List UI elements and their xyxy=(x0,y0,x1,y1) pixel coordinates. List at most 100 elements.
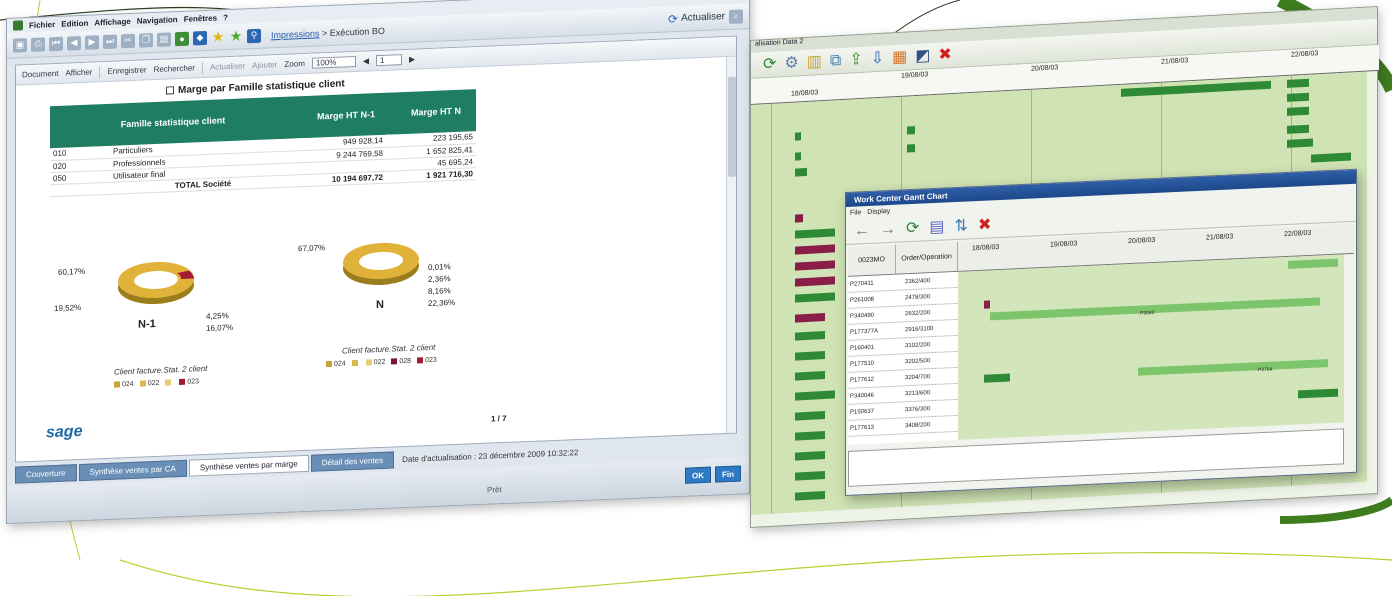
donut-n1-legend: 024 022 023 xyxy=(114,378,199,388)
col-gap xyxy=(296,95,306,139)
menu-fichier[interactable]: Fichier xyxy=(29,20,55,30)
gantt-bar[interactable] xyxy=(795,132,801,141)
menu-affichage[interactable]: Affichage xyxy=(94,16,130,26)
gantt-bar[interactable] xyxy=(907,126,915,135)
column-header-operation[interactable]: Order/Operation xyxy=(896,241,958,274)
afficher-menu[interactable]: Afficher xyxy=(65,68,92,78)
vertical-scrollbar[interactable] xyxy=(726,56,736,434)
green-globe-icon[interactable]: ● xyxy=(175,31,189,46)
gantt-bar[interactable] xyxy=(795,430,825,441)
star-icon[interactable]: ★ xyxy=(211,28,225,45)
report-icon[interactable]: ◩ xyxy=(915,47,930,65)
import-icon[interactable]: ⇩ xyxy=(871,49,884,67)
actualiser-button[interactable]: Actualiser xyxy=(210,61,245,71)
search-icon[interactable]: ⌕ xyxy=(729,8,743,24)
menu-help[interactable]: ? xyxy=(223,13,228,22)
gantt-bar[interactable]: P2764 xyxy=(1138,359,1328,376)
dialog-gantt-area[interactable]: P3040 P2764 xyxy=(958,254,1344,440)
close-icon[interactable]: ✖ xyxy=(978,216,991,234)
gantt-bar[interactable] xyxy=(795,292,835,303)
gantt-bar[interactable] xyxy=(795,390,835,401)
print-icon[interactable]: ⎙ xyxy=(31,36,45,52)
gantt-bar[interactable] xyxy=(1311,152,1351,163)
gantt-bar[interactable] xyxy=(795,330,825,341)
ajouter-button[interactable]: Ajouter xyxy=(252,60,277,70)
tab-synthese-marge[interactable]: Synthèse ventes par marge xyxy=(188,454,309,477)
gantt-bar[interactable] xyxy=(984,373,1010,383)
gantt-bar[interactable] xyxy=(1287,124,1309,134)
gantt-bar[interactable] xyxy=(795,410,825,421)
gantt-bar[interactable] xyxy=(1288,258,1338,269)
first-page-icon[interactable]: ⏮ xyxy=(49,36,63,51)
gantt-bar-highlight[interactable] xyxy=(984,300,990,309)
gantt-bar[interactable] xyxy=(795,152,801,161)
copy-icon[interactable]: ❐ xyxy=(139,32,153,48)
close-icon[interactable]: ✖ xyxy=(938,46,951,64)
last-page-icon[interactable]: ⏭ xyxy=(103,34,117,49)
report-window: Fichier Edition Affichage Navigation Fen… xyxy=(6,0,750,525)
bar-chart-icon[interactable]: ▦ xyxy=(892,48,907,66)
scrollbar-thumb[interactable] xyxy=(728,76,736,178)
refresh-icon[interactable]: ⟳ xyxy=(906,219,919,237)
gantt-bar[interactable] xyxy=(795,350,825,361)
gantt-bar-highlight[interactable] xyxy=(795,276,835,287)
page-input[interactable]: 1 xyxy=(376,54,403,67)
zoom-select[interactable]: 100% xyxy=(311,55,356,69)
layers-icon[interactable]: ⧉ xyxy=(830,52,841,70)
tab-detail-ventes[interactable]: Détail des ventes xyxy=(310,450,395,472)
filter-icon[interactable]: ⇅ xyxy=(955,217,968,235)
favorite-star-icon[interactable]: ★ xyxy=(229,28,243,45)
document-menu[interactable]: Document xyxy=(22,69,58,79)
gantt-bar-highlight[interactable] xyxy=(795,244,835,255)
gantt-bar-highlight[interactable] xyxy=(795,260,835,271)
tab-synthese-ca[interactable]: Synthèse ventes par CA xyxy=(78,459,187,481)
menu-edition[interactable]: Edition xyxy=(61,18,88,28)
ok-button[interactable]: OK xyxy=(685,466,711,484)
chart-bars-icon[interactable]: ▥ xyxy=(807,53,822,71)
next-page-icon[interactable]: ▶ xyxy=(85,34,99,50)
gantt-bar[interactable] xyxy=(1287,78,1309,88)
gantt-bar-highlight[interactable] xyxy=(795,312,825,323)
nav-prev-icon[interactable]: ◀ xyxy=(363,56,369,65)
gantt-bar[interactable] xyxy=(1298,388,1338,399)
gantt-bar[interactable] xyxy=(795,370,825,381)
gantt-bar[interactable] xyxy=(795,450,825,461)
nav-next-icon[interactable]: ▶ xyxy=(409,55,415,64)
sort-icon[interactable]: ▤ xyxy=(929,218,944,236)
refresh-icon[interactable]: ⟳ xyxy=(763,55,776,73)
gantt-bar[interactable] xyxy=(1121,80,1271,97)
pin-icon[interactable]: ⚲ xyxy=(247,28,261,43)
column-header-mo[interactable]: 0023MO xyxy=(848,244,896,276)
settings-icon[interactable]: ⚙ xyxy=(784,54,798,72)
enregistrer-button[interactable]: Enregistrer xyxy=(107,65,146,76)
gantt-bar[interactable] xyxy=(795,228,835,239)
tab-couverture[interactable]: Couverture xyxy=(15,463,77,484)
blue-action-icon[interactable]: ◆ xyxy=(193,30,207,45)
menu-fenetres[interactable]: Fenêtres xyxy=(184,13,217,23)
gantt-bar[interactable] xyxy=(907,144,915,153)
fin-button[interactable]: Fin xyxy=(715,465,741,483)
menu-display[interactable]: Display xyxy=(867,207,890,215)
gantt-bar[interactable]: P3040 xyxy=(990,297,1320,321)
gantt-bar[interactable] xyxy=(1287,106,1309,116)
menu-navigation[interactable]: Navigation xyxy=(137,15,178,26)
refresh-button[interactable]: ⟳ Actualiser xyxy=(668,10,725,26)
forward-arrow-icon[interactable]: → xyxy=(880,220,896,238)
gantt-bar-highlight[interactable] xyxy=(795,214,803,223)
gantt-bar[interactable] xyxy=(1287,138,1313,148)
gantt-bar[interactable] xyxy=(795,470,825,481)
save-icon[interactable]: ▣ xyxy=(13,37,27,53)
paste-icon[interactable]: ▤ xyxy=(157,31,171,47)
breadcrumb-impressions-link[interactable]: Impressions xyxy=(271,28,320,40)
gantt-bar[interactable] xyxy=(1287,92,1309,102)
cut-icon[interactable]: ✂ xyxy=(121,33,135,48)
gantt-bar[interactable] xyxy=(795,167,807,177)
table-header-marge-n1: Marge HT N-1 xyxy=(306,92,386,138)
back-arrow-icon[interactable]: ← xyxy=(854,221,870,239)
prev-page-icon[interactable]: ◀ xyxy=(67,35,81,51)
rechercher-button[interactable]: Rechercher xyxy=(154,63,195,74)
export-icon[interactable]: ⇪ xyxy=(849,50,862,68)
gantt-bar[interactable] xyxy=(795,490,825,501)
menu-file[interactable]: File xyxy=(850,209,861,217)
donut-n-legend: 024 022 028 023 xyxy=(326,357,437,368)
